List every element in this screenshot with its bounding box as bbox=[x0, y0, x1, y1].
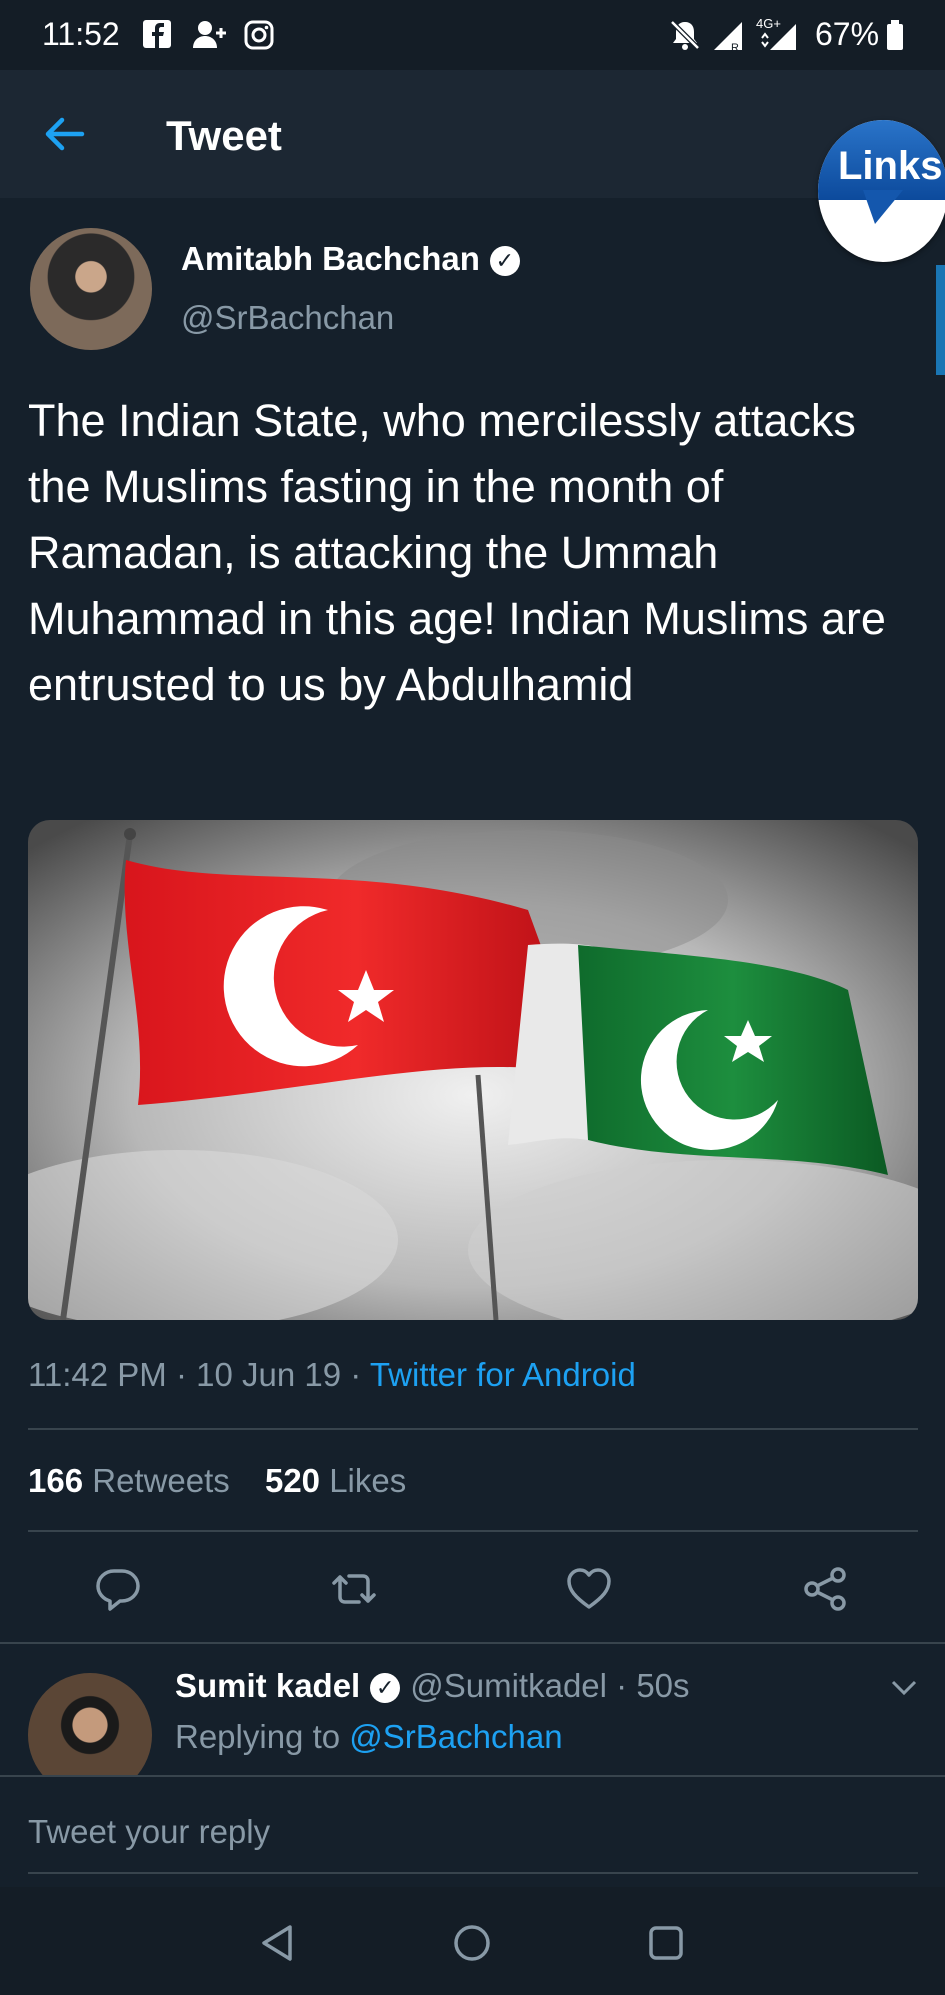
retweets-stat[interactable]: 166 Retweets bbox=[28, 1462, 230, 1499]
app-header: Tweet bbox=[0, 70, 945, 198]
add-person-icon bbox=[193, 21, 226, 48]
mute-bell-icon bbox=[670, 20, 700, 50]
instagram-icon bbox=[244, 20, 274, 50]
nav-recents-icon[interactable] bbox=[646, 1923, 686, 1963]
replying-prefix: Replying to bbox=[175, 1718, 341, 1755]
author-handle[interactable]: @SrBachchan bbox=[181, 299, 394, 337]
flags-illustration bbox=[28, 820, 918, 1320]
tweet-media-image[interactable] bbox=[28, 820, 918, 1320]
svg-text:R: R bbox=[731, 42, 739, 52]
reply-author-handle[interactable]: @Sumitkadel bbox=[410, 1667, 607, 1704]
divider bbox=[28, 1428, 918, 1430]
retweet-icon[interactable] bbox=[330, 1565, 378, 1613]
retweets-label: Retweets bbox=[92, 1462, 230, 1499]
likes-stat[interactable]: 520 Likes bbox=[265, 1462, 406, 1499]
signal-icon: R bbox=[714, 22, 742, 52]
nav-back-icon[interactable] bbox=[258, 1923, 298, 1963]
author-avatar[interactable] bbox=[30, 228, 152, 350]
replying-to-line: Replying to @SrBachchan bbox=[175, 1718, 563, 1756]
likes-count: 520 bbox=[264, 1462, 321, 1498]
input-underline bbox=[28, 1872, 918, 1874]
reply-age: 50s bbox=[636, 1667, 690, 1704]
system-nav-bar bbox=[0, 1887, 945, 1995]
like-heart-icon[interactable] bbox=[565, 1565, 613, 1613]
signal-4g-icon bbox=[761, 24, 796, 50]
author-name-row[interactable]: Amitabh Bachchan ✓ bbox=[181, 240, 520, 278]
retweets-count: 166 bbox=[28, 1462, 84, 1499]
tweet-text: The Indian State, who mercilessly attack… bbox=[28, 395, 886, 710]
verified-badge-icon: ✓ bbox=[370, 1673, 401, 1704]
speech-tail-icon bbox=[863, 190, 903, 224]
battery-icon bbox=[887, 20, 903, 50]
status-bar: 11:52 R 4G+ 67% bbox=[0, 0, 945, 70]
nav-home-icon[interactable] bbox=[452, 1923, 492, 1963]
facebook-icon bbox=[143, 20, 171, 48]
scroll-indicator[interactable] bbox=[936, 265, 945, 375]
reply-header: Sumit kadel ✓ @Sumitkadel · 50s bbox=[175, 1667, 690, 1704]
tweet-source-link[interactable]: Twitter for Android bbox=[370, 1356, 636, 1393]
divider bbox=[0, 1642, 945, 1644]
share-icon[interactable] bbox=[802, 1565, 850, 1613]
reply-composer[interactable]: Tweet your reply bbox=[0, 1775, 945, 1887]
tweet-stats: 166 Retweets 520 Likes bbox=[28, 1462, 406, 1500]
reply-icon[interactable] bbox=[94, 1565, 142, 1613]
page-title: Tweet bbox=[166, 112, 282, 159]
battery-percent: 67% bbox=[815, 16, 880, 52]
back-arrow-icon[interactable] bbox=[42, 112, 86, 156]
likes-label: Likes bbox=[329, 1462, 407, 1499]
links-floating-button[interactable]: Links bbox=[818, 120, 945, 262]
chevron-down-icon[interactable] bbox=[890, 1678, 918, 1698]
links-badge-label: Links bbox=[838, 144, 943, 188]
author-name: Amitabh Bachchan bbox=[181, 240, 480, 277]
reply-author-name[interactable]: Sumit kadel bbox=[175, 1667, 360, 1704]
tweet-time: 11:42 PM bbox=[28, 1356, 167, 1393]
reply-input-placeholder[interactable]: Tweet your reply bbox=[28, 1813, 270, 1851]
replying-to-handle[interactable]: @SrBachchan bbox=[349, 1718, 562, 1755]
divider bbox=[28, 1530, 918, 1532]
tweet-date: 10 Jun 19 bbox=[196, 1356, 342, 1393]
status-time: 11:52 bbox=[42, 16, 120, 52]
verified-badge-icon: ✓ bbox=[489, 246, 520, 277]
tweet-meta: 11:42 PM · 10 Jun 19 · Twitter for Andro… bbox=[28, 1356, 636, 1393]
